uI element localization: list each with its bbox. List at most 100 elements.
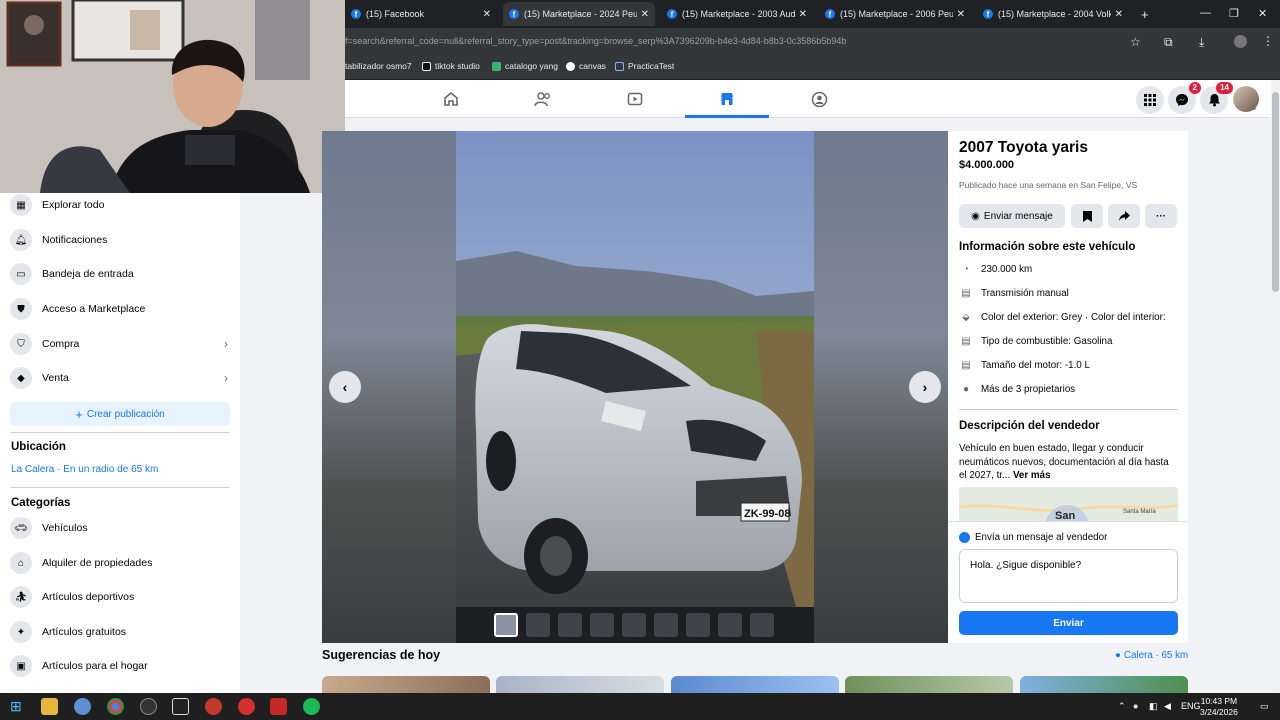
send-button[interactable]: Enviar	[959, 611, 1178, 635]
friends-icon[interactable]	[533, 89, 553, 109]
close-tab-icon[interactable]: ✕	[641, 9, 649, 20]
groups-icon[interactable]	[809, 89, 829, 109]
restore-icon[interactable]: ❐	[1229, 7, 1239, 20]
browser-tab[interactable]: f (15) Marketplace - 2024 Peuge ✕	[503, 2, 655, 26]
more-options-button[interactable]: ···	[1145, 204, 1177, 228]
share-button[interactable]	[1108, 204, 1140, 228]
page-scrollbar[interactable]	[1271, 80, 1280, 693]
close-window-icon[interactable]: ✕	[1258, 7, 1267, 20]
bookmark[interactable]: tabilizador osmo7	[345, 61, 412, 71]
microphone-icon[interactable]: ●	[1133, 701, 1138, 711]
suggestion-card[interactable]	[496, 676, 664, 693]
save-button[interactable]	[1071, 204, 1103, 228]
photo-thumbnail[interactable]	[686, 613, 710, 637]
suggestions-location[interactable]: ● Calera · 65 km	[1115, 650, 1188, 661]
marketplace-icon[interactable]	[717, 89, 737, 109]
photo-thumbnail[interactable]	[494, 613, 518, 637]
suggestion-card[interactable]	[322, 676, 490, 693]
app-icon[interactable]	[140, 698, 157, 715]
browser-tab[interactable]: f (15) Marketplace - 2003 Audi A ✕	[661, 2, 813, 26]
category-hogar[interactable]: ▣ Artículos para el hogar	[10, 651, 230, 681]
location-link[interactable]: La Calera · En un radio de 65 km	[11, 464, 158, 475]
next-photo-button[interactable]: ›	[909, 371, 941, 403]
message-input[interactable]: Hola. ¿Sigue disponible?	[959, 549, 1178, 603]
category-vehiculos[interactable]: 🚗︎ Vehículos	[10, 513, 230, 543]
bookmark[interactable]: catalogo yang	[492, 61, 558, 71]
sidebar-item-notificaciones[interactable]: 🔔︎ Notificaciones	[10, 225, 230, 255]
suggestion-card[interactable]	[671, 676, 839, 693]
home-icon[interactable]	[441, 89, 461, 109]
bookmark[interactable]: tiktok studio	[422, 61, 480, 71]
minimize-icon[interactable]: —	[1200, 7, 1211, 19]
sidebar-item-explorar[interactable]: ▦ Explorar todo	[10, 190, 230, 220]
see-more-link[interactable]: Ver más	[1013, 470, 1051, 481]
sidebar-item-compra[interactable]: ⛉ Compra ›	[10, 329, 230, 359]
menu-grid-button[interactable]	[1136, 86, 1164, 114]
close-tab-icon[interactable]: ✕	[799, 9, 807, 20]
photo-thumbnail[interactable]	[590, 613, 614, 637]
volume-icon[interactable]: ◀	[1164, 701, 1171, 712]
photo-thumbnail[interactable]	[718, 613, 742, 637]
free-tag-icon: ✦	[10, 621, 32, 643]
photo-thumbnail[interactable]	[622, 613, 646, 637]
notification-center-icon[interactable]: ▭	[1260, 701, 1269, 712]
language-indicator[interactable]: ENG	[1181, 701, 1201, 711]
app-icon[interactable]	[74, 698, 91, 715]
sidebar-item-acceso[interactable]: ⛊ Acceso a Marketplace	[10, 294, 230, 324]
capcut-icon[interactable]	[172, 698, 189, 715]
sidebar-item-venta[interactable]: ◆ Venta ›	[10, 363, 230, 393]
browser-tab[interactable]: f (15) Marketplace - 2006 Peuge ✕	[819, 2, 971, 26]
chrome-icon[interactable]	[107, 698, 124, 715]
photo-thumbnail[interactable]	[526, 613, 550, 637]
location-map[interactable]: San Santa María	[959, 487, 1178, 521]
video-icon[interactable]	[625, 89, 645, 109]
photo-thumbnail[interactable]	[750, 613, 774, 637]
crear-publicacion-button[interactable]: + Crear publicación	[10, 402, 230, 426]
download-icon[interactable]: ⤓	[1199, 35, 1204, 50]
chevron-down-icon[interactable]: ⌄	[1251, 103, 1258, 112]
suggestion-card[interactable]	[1020, 676, 1188, 693]
category-gratuitos[interactable]: ✦ Artículos gratuitos	[10, 617, 230, 647]
scrollbar-thumb[interactable]	[1272, 92, 1279, 292]
system-clock[interactable]: 10:43 PM 3/24/2026	[1200, 696, 1238, 718]
active-tab-indicator	[685, 115, 769, 118]
category-deportivos[interactable]: ⛹︎ Artículos deportivos	[10, 582, 230, 612]
bookmark[interactable]: canvas	[566, 61, 606, 71]
chevron-up-icon[interactable]: ⌃	[1118, 701, 1126, 712]
spec-label: Tipo de combustible: Gasolina	[981, 336, 1113, 347]
photo-thumbnail[interactable]	[654, 613, 678, 637]
browser-tab[interactable]: f (15) Facebook ✕	[345, 2, 497, 26]
photo-thumbnail[interactable]	[558, 613, 582, 637]
profile-icon[interactable]	[1234, 35, 1247, 48]
app-icon[interactable]	[205, 698, 222, 715]
url-text[interactable]: f=search&referral_code=null&referral_sto…	[345, 36, 846, 46]
house-icon: ⌂	[10, 552, 32, 574]
opera-icon[interactable]	[238, 698, 255, 715]
send-message-button[interactable]: ◉ Enviar mensaje	[959, 204, 1065, 228]
network-icon[interactable]: ◧	[1149, 701, 1158, 712]
app-icon[interactable]	[270, 698, 287, 715]
close-tab-icon[interactable]: ✕	[1115, 9, 1123, 20]
listing-main-photo[interactable]: ZK-99-08	[456, 131, 814, 607]
file-explorer-icon[interactable]	[41, 698, 58, 715]
extensions-icon[interactable]: ⧉	[1164, 35, 1173, 50]
close-tab-icon[interactable]: ✕	[957, 9, 965, 20]
new-tab-button[interactable]: +	[1135, 2, 1155, 26]
windows-start-icon[interactable]: ⊞	[10, 698, 27, 715]
browser-tab[interactable]: f (15) Marketplace - 2004 Volksw ✕	[977, 2, 1129, 26]
chevron-left-icon: ‹	[342, 379, 348, 395]
spotify-icon[interactable]	[303, 698, 320, 715]
messenger-button[interactable]: 2	[1168, 82, 1201, 114]
suggestion-card[interactable]	[845, 676, 1013, 693]
previous-photo-button[interactable]: ‹	[329, 371, 361, 403]
bookmark[interactable]: PracticaTest	[615, 61, 674, 71]
message-header: Envía un mensaje al vendedor	[959, 532, 1107, 543]
message-seller-box: Envía un mensaje al vendedor Hola. ¿Sigu…	[948, 521, 1188, 643]
menu-dots-icon[interactable]: ⋮	[1262, 34, 1274, 48]
star-icon[interactable]: ☆	[1130, 35, 1141, 49]
category-alquiler[interactable]: ⌂ Alquiler de propiedades	[10, 548, 230, 578]
close-tab-icon[interactable]: ✕	[483, 9, 491, 20]
sidebar-item-bandeja[interactable]: ▭ Bandeja de entrada	[10, 259, 230, 289]
category-label: Artículos para el hogar	[42, 660, 148, 672]
notifications-button[interactable]: 14	[1200, 82, 1233, 114]
